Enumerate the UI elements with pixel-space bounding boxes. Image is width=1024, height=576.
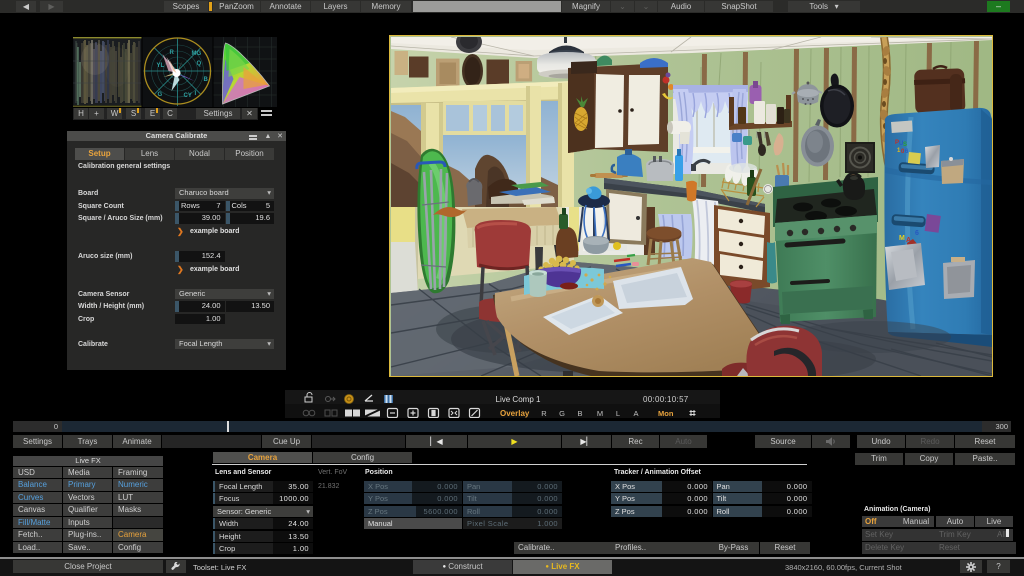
svg-text:A: A — [633, 409, 638, 418]
svg-text:Mon: Mon — [658, 409, 674, 418]
svg-text:6: 6 — [915, 230, 919, 237]
svg-text:M: M — [597, 409, 603, 418]
svg-text:Live Comp 1: Live Comp 1 — [496, 395, 541, 404]
svg-text:CY: CY — [184, 93, 192, 99]
svg-text:S: S — [903, 142, 907, 148]
svg-text:00:00:10:57: 00:00:10:57 — [643, 395, 689, 404]
svg-text:R: R — [170, 50, 175, 56]
svg-text:G: G — [559, 409, 565, 418]
svg-text:Q: Q — [197, 61, 202, 67]
svg-text:B: B — [577, 409, 582, 418]
svg-text:M: M — [899, 235, 905, 242]
svg-text:B: B — [204, 77, 209, 83]
svg-text:Overlay: Overlay — [500, 409, 530, 418]
svg-text:L: L — [616, 409, 620, 418]
svg-text:MG: MG — [192, 51, 202, 57]
svg-text:YL: YL — [157, 63, 165, 69]
svg-text:R: R — [541, 409, 547, 418]
svg-text:G: G — [158, 92, 163, 98]
